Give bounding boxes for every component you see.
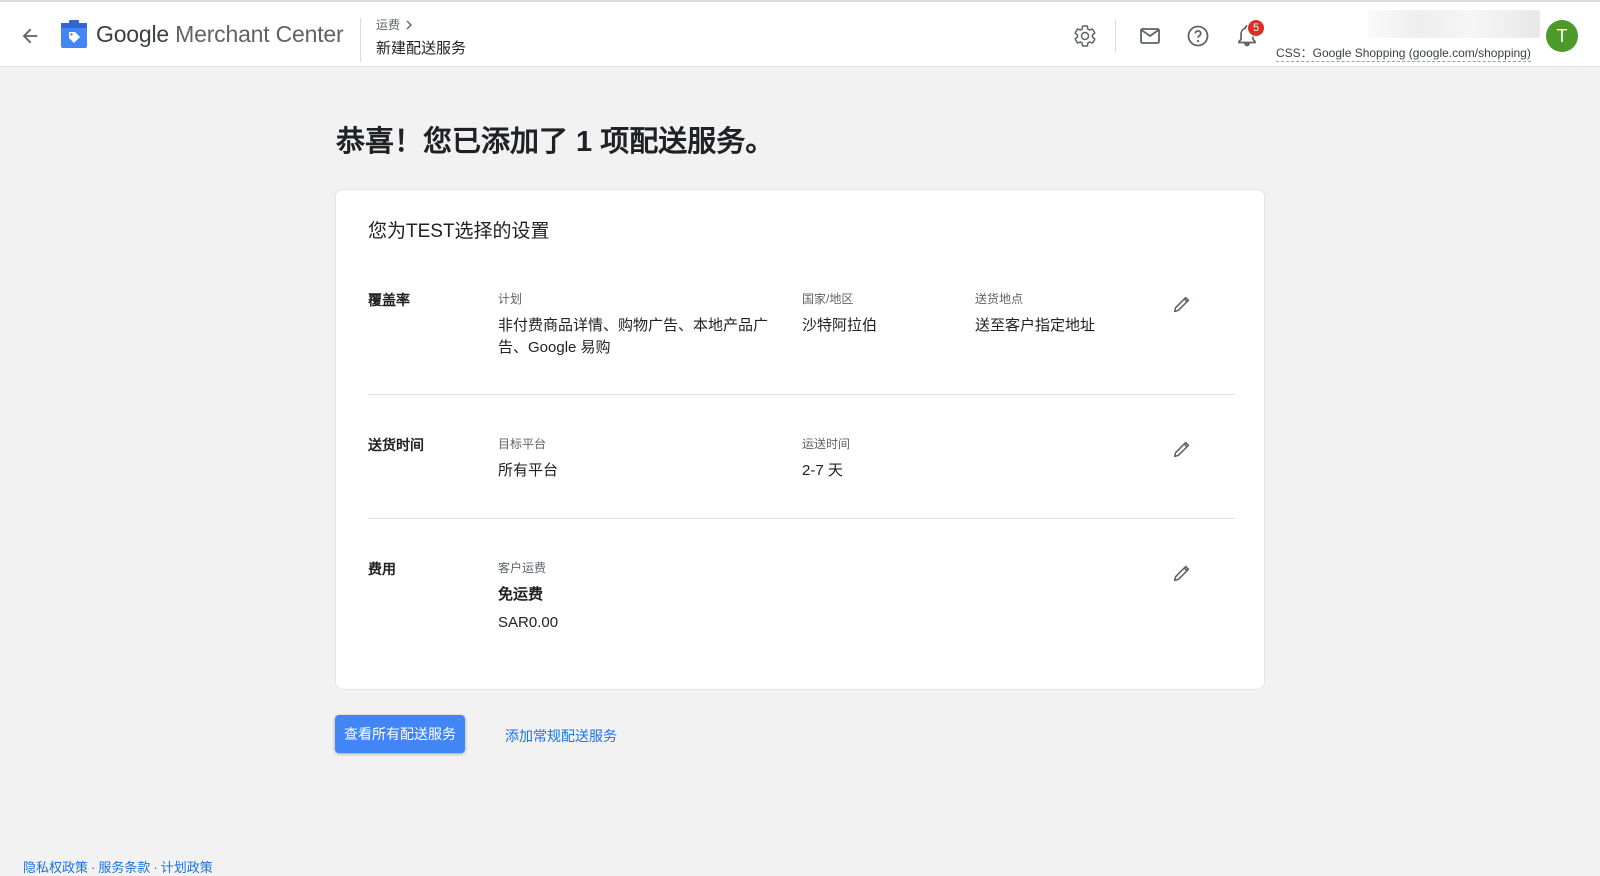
back-arrow-icon[interactable] [14,20,46,52]
edit-delivery-time-button[interactable] [1168,435,1196,463]
customer-cost-value: 免运费 [498,586,544,603]
gear-icon[interactable] [1071,22,1099,50]
settings-card: 您为TEST选择的设置 覆盖率 计划 非付费商品详情、购物广告、本地产品广告、G… [335,189,1265,690]
coverage-label: 覆盖率 [368,292,410,308]
icon-divider [1115,20,1116,52]
pencil-icon [1173,296,1190,313]
pencil-icon [1173,441,1190,458]
row-divider [368,518,1234,519]
edit-coverage-button[interactable] [1168,290,1196,318]
footer-links: 隐私权政策 · 服务条款 · 计划政策 [23,857,213,876]
country-value: 沙特阿拉伯 [802,317,878,334]
cost-label: 费用 [368,561,396,577]
platform-column: 目标平台 所有平台 [498,435,778,482]
view-all-shipping-services-button[interactable]: 查看所有配送服务 [335,715,465,753]
page-title: 恭喜！您已添加了 1 项配送服务。 [336,126,775,158]
cost-amount: SAR0.00 [498,614,559,631]
program-policy-link[interactable]: 计划政策 [161,860,213,875]
coverage-row: 覆盖率 计划 非付费商品详情、购物广告、本地产品广告、Google 易购 国家/… [368,290,1234,400]
breadcrumb-current: 新建配送服务 [376,40,467,57]
top-app-bar: Google Merchant Center 运费 新建配送服务 5 CSS：G… [0,0,1600,67]
program-column: 计划 非付费商品详情、购物广告、本地产品广告、Google 易购 [498,290,778,359]
brand-google: Google [96,20,169,47]
add-regular-shipping-service-link[interactable]: 添加常规配送服务 [505,726,617,746]
terms-of-service-link[interactable]: 服务条款 [98,860,150,875]
program-header: 计划 [498,292,523,306]
delivery-time-row: 送货时间 目标平台 所有平台 运送时间 2-7 天 [368,435,1234,515]
country-header: 国家/地区 [802,292,854,306]
brand-name: Google Merchant Center [96,20,344,48]
account-name-redacted [1368,10,1540,38]
edit-cost-button[interactable] [1168,559,1196,587]
card-title: 您为TEST选择的设置 [368,221,550,242]
destination-value: 送至客户指定地址 [975,317,1096,334]
breadcrumb-parent[interactable]: 运费 [376,16,466,33]
merchant-center-logo-icon [61,20,87,48]
program-value: 非付费商品详情、购物广告、本地产品广告、Google 易购 [498,317,769,356]
row-divider [368,394,1234,395]
header-divider [360,18,361,62]
destination-column: 送货地点 送至客户指定地址 [975,290,1145,337]
platform-header: 目标平台 [498,437,547,451]
pencil-icon [1173,565,1190,582]
breadcrumb-parent-label[interactable]: 运费 [376,16,400,33]
transit-column: 运送时间 2-7 天 [802,435,962,482]
customer-cost-column: 客户运费 免运费 SAR0.00 [498,559,778,634]
avatar[interactable]: T [1546,20,1578,52]
customer-cost-header: 客户运费 [498,561,547,575]
transit-header: 运送时间 [802,437,851,451]
help-icon[interactable] [1184,22,1212,50]
footer-separator: · [91,860,96,875]
privacy-policy-link[interactable]: 隐私权政策 [23,860,88,875]
footer-separator: · [153,860,158,875]
delivery-time-label: 送货时间 [368,437,424,453]
merchant-center-logo[interactable]: Google Merchant Center [60,19,344,49]
platform-value: 所有平台 [498,462,559,479]
css-label[interactable]: CSS：Google Shopping (google.com/shopping… [1276,44,1531,62]
breadcrumb: 运费 新建配送服务 [376,16,466,58]
notification-badge: 5 [1247,19,1265,37]
mail-icon[interactable] [1136,22,1164,50]
chevron-right-icon [406,20,413,29]
cost-row: 费用 客户运费 免运费 SAR0.00 [368,559,1234,659]
transit-value: 2-7 天 [802,462,843,479]
brand-product: Merchant Center [175,20,344,47]
destination-header: 送货地点 [975,292,1024,306]
country-column: 国家/地区 沙特阿拉伯 [802,290,962,337]
